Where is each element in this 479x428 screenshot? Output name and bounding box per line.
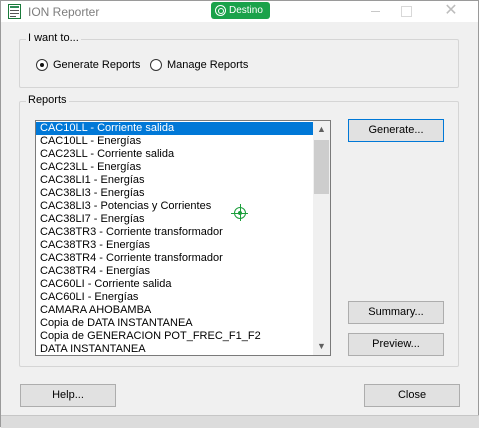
radio-generate-indicator[interactable] [36,59,48,71]
reports-list: CAC10LL - Corriente salida CAC10LL - Ener… [36,122,314,355]
list-item[interactable]: CAC60LI - Energías [36,291,314,304]
list-item[interactable]: Copia de DATA INSTANTANEA [36,317,314,330]
radio-generate-reports[interactable]: Generate Reports [36,59,140,71]
reports-label: Reports [26,94,69,106]
generate-button[interactable]: Generate... [348,119,444,142]
list-item[interactable]: CAC38LI3 - Potencias y Corrientes [36,200,314,213]
report-app-icon [8,4,21,19]
list-item[interactable]: CAC38LI1 - Energías [36,174,314,187]
list-item[interactable]: DATA INSTANTANEA [36,343,314,355]
list-item[interactable]: CAC38TR4 - Corriente transformador [36,252,314,265]
scroll-down-icon[interactable]: ▼ [313,338,330,355]
preview-button[interactable]: Preview... [348,333,444,356]
list-item[interactable]: CAC38TR3 - Corriente transformador [36,226,314,239]
radio-manage-indicator[interactable] [150,59,162,71]
minimize-button[interactable] [366,3,386,19]
maximize-button[interactable] [396,3,416,19]
list-item[interactable]: CAC23LL - Corriente salida [36,148,314,161]
list-item[interactable]: CAC38TR3 - Energías [36,239,314,252]
title-bar[interactable]: ION Reporter Destino ✕ [1,1,478,22]
help-button[interactable]: Help... [20,384,116,407]
scroll-thumb[interactable] [314,140,329,194]
badge-label: Destino [229,5,263,16]
radio-manage-reports[interactable]: Manage Reports [150,59,248,71]
reports-scrollbar[interactable]: ▲ ▼ [313,121,330,355]
close-button[interactable]: Close [364,384,460,407]
close-window-button[interactable]: ✕ [441,3,461,19]
list-item[interactable]: CAC38LI7 - Energías [36,213,314,226]
window-title: ION Reporter [28,5,100,19]
list-item[interactable]: CAC38TR4 - Energías [36,265,314,278]
taskbar-strip [1,415,479,428]
list-item[interactable]: CAC10LL - Corriente salida [36,122,314,135]
reports-listbox[interactable]: CAC10LL - Corriente salida CAC10LL - Ener… [35,120,331,356]
target-badge-icon [215,5,226,16]
radio-manage-label: Manage Reports [167,59,249,71]
list-item[interactable]: CAC60LI - Corriente salida [36,278,314,291]
i-want-to-group: I want to... Generate Reports Manage Rep… [19,32,459,88]
scroll-up-icon[interactable]: ▲ [313,121,330,138]
radio-generate-label: Generate Reports [53,59,141,71]
list-item[interactable]: CAMARA AHOBAMBA [36,304,314,317]
list-item[interactable]: Copia de GENERACION POT_FREC_F1_F2 [36,330,314,343]
list-item[interactable]: CAC10LL - Energías [36,135,314,148]
ion-reporter-window: ION Reporter Destino ✕ I want to... Gene… [0,0,479,428]
list-item[interactable]: CAC23LL - Energías [36,161,314,174]
summary-button[interactable]: Summary... [348,301,444,324]
list-item[interactable]: CAC38LI3 - Energías [36,187,314,200]
crosshair-target-icon [231,204,248,221]
i-want-to-label: I want to... [26,32,81,44]
destino-badge[interactable]: Destino [211,2,270,19]
